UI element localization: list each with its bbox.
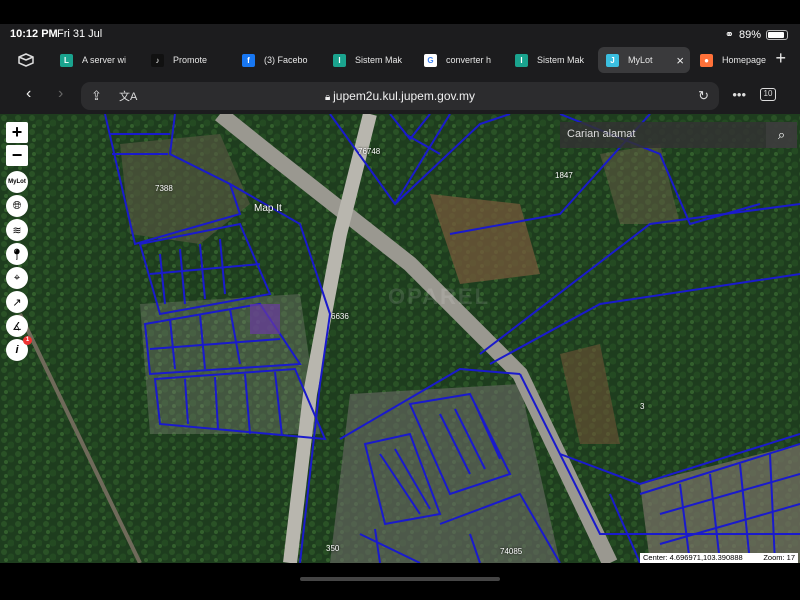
map-it-label[interactable]: Map It bbox=[254, 203, 282, 214]
tab-5[interactable]: I Sistem Mak bbox=[507, 47, 596, 73]
zoom-level: Zoom: 17 bbox=[763, 553, 795, 562]
forward-button[interactable]: › bbox=[58, 85, 63, 103]
tab-4[interactable]: Gconverter h bbox=[416, 47, 505, 73]
lot-number-label: 3 bbox=[640, 402, 645, 411]
firefox-icon: ● bbox=[700, 53, 713, 67]
address-search-input[interactable]: Carian alamat bbox=[560, 122, 766, 148]
lot-number-label: 1847 bbox=[555, 171, 573, 180]
url-value: jupem2u.kul.jupem.gov.my bbox=[333, 89, 475, 103]
tab-list: L A server wi ♪ Promote f (3) Facebo I Sistem M… bbox=[52, 47, 781, 73]
tab-overview-icon bbox=[18, 53, 34, 67]
url-text: 🔒︎ jupem2u.kul.jupem.gov.my bbox=[81, 89, 719, 103]
tab-2[interactable]: f (3) Facebo bbox=[234, 47, 323, 73]
mylot-button[interactable]: MyLot bbox=[6, 171, 28, 193]
tab-label: Sistem Mak bbox=[537, 55, 585, 65]
link-icon: ⚭ bbox=[724, 29, 734, 41]
tab-count-button[interactable]: 10 bbox=[760, 88, 776, 101]
battery-percent: 89% bbox=[738, 28, 761, 41]
bottom-bar bbox=[0, 563, 800, 600]
home-indicator[interactable] bbox=[300, 577, 500, 581]
tab-0[interactable]: L A server wi bbox=[52, 47, 141, 73]
google-icon: G bbox=[424, 53, 437, 67]
status-time: 10:12 PM bbox=[10, 28, 58, 40]
coordinates-readout: Center: 4.696971,103.390888 Zoom: 17 bbox=[640, 553, 798, 563]
lot-number-label: 7388 bbox=[155, 184, 173, 193]
battery-fill bbox=[768, 31, 784, 38]
map-imagery bbox=[0, 114, 800, 563]
measure-line-icon[interactable]: ↗ bbox=[6, 291, 28, 313]
angle-icon[interactable]: ∡ bbox=[6, 315, 28, 337]
center-coordinates: Center: 4.696971,103.390888 bbox=[643, 553, 743, 562]
measure-area-icon[interactable]: ⌖ bbox=[6, 267, 28, 289]
tab-1[interactable]: ♪ Promote bbox=[143, 47, 232, 73]
zoom-in-button[interactable]: + bbox=[6, 122, 28, 143]
search-icon[interactable]: ⌕ bbox=[766, 122, 797, 148]
letter-l-icon: L bbox=[60, 53, 73, 67]
letter-j-icon: J bbox=[606, 53, 619, 67]
letter-i-icon: I bbox=[515, 53, 528, 67]
tab-7[interactable]: ● Homepage bbox=[692, 47, 781, 73]
lock-icon: 🔒︎ bbox=[325, 92, 334, 103]
globe-icon[interactable]: 🌐︎ bbox=[6, 195, 28, 217]
lot-number-label: 350 bbox=[326, 544, 340, 553]
address-bar: ‹ › ⇪ 文A 🔒︎ jupem2u.kul.jupem.gov.my ↻ •… bbox=[0, 76, 800, 114]
tab-label: Sistem Mak bbox=[355, 55, 403, 65]
zoom-out-button[interactable]: − bbox=[6, 145, 28, 166]
map-watermark: OPAREL bbox=[388, 284, 491, 309]
tab-label: Promote bbox=[173, 55, 208, 65]
close-tab-icon[interactable]: × bbox=[676, 53, 684, 68]
map-view[interactable]: OPAREL 7388 76748 1847 6636 350 74085 3 + − My… bbox=[0, 114, 800, 563]
tab-label: converter h bbox=[446, 55, 492, 65]
tab-3[interactable]: I Sistem Mak bbox=[325, 47, 414, 73]
lot-number-label: 76748 bbox=[358, 147, 381, 156]
more-menu-icon[interactable]: ••• bbox=[732, 87, 746, 102]
info-badge: 1 bbox=[23, 336, 32, 345]
tab-label: (3) Facebo bbox=[264, 55, 308, 65]
battery-icon bbox=[766, 29, 788, 40]
tab-bar: L A server wi ♪ Promote f (3) Facebo I Sistem M… bbox=[0, 44, 800, 76]
tab-6[interactable]: J MyLot × bbox=[598, 47, 690, 73]
letter-i-icon: I bbox=[333, 53, 346, 67]
browser-window: 10:12 PM Fri 31 Jul ⚭ 89% L A server wi ♪ P… bbox=[0, 0, 800, 600]
tab-label: MyLot bbox=[628, 55, 653, 65]
facebook-icon: f bbox=[242, 53, 255, 67]
lot-number-label: 6636 bbox=[331, 312, 349, 321]
tiktok-icon: ♪ bbox=[151, 53, 164, 67]
layers-icon[interactable]: ≋ bbox=[6, 219, 28, 241]
back-button[interactable]: ‹ bbox=[26, 85, 31, 103]
tab-label: A server wi bbox=[82, 55, 127, 65]
location-pin-icon[interactable]: 📍︎ bbox=[6, 243, 28, 265]
info-icon[interactable]: i1 bbox=[6, 336, 32, 361]
status-right: ⚭ 89% bbox=[725, 28, 788, 41]
url-field[interactable]: ⇪ 文A 🔒︎ jupem2u.kul.jupem.gov.my ↻ bbox=[81, 82, 719, 110]
tab-label: Homepage bbox=[722, 55, 767, 65]
tab-overview-button[interactable] bbox=[0, 44, 52, 76]
lot-number-label: 74085 bbox=[500, 547, 523, 556]
new-tab-button[interactable]: + bbox=[775, 48, 786, 69]
status-date: Fri 31 Jul bbox=[57, 28, 103, 40]
selected-lot-highlight[interactable] bbox=[250, 304, 280, 334]
reload-icon[interactable]: ↻ bbox=[698, 88, 709, 104]
status-bar: 10:12 PM Fri 31 Jul ⚭ 89% bbox=[0, 24, 800, 44]
